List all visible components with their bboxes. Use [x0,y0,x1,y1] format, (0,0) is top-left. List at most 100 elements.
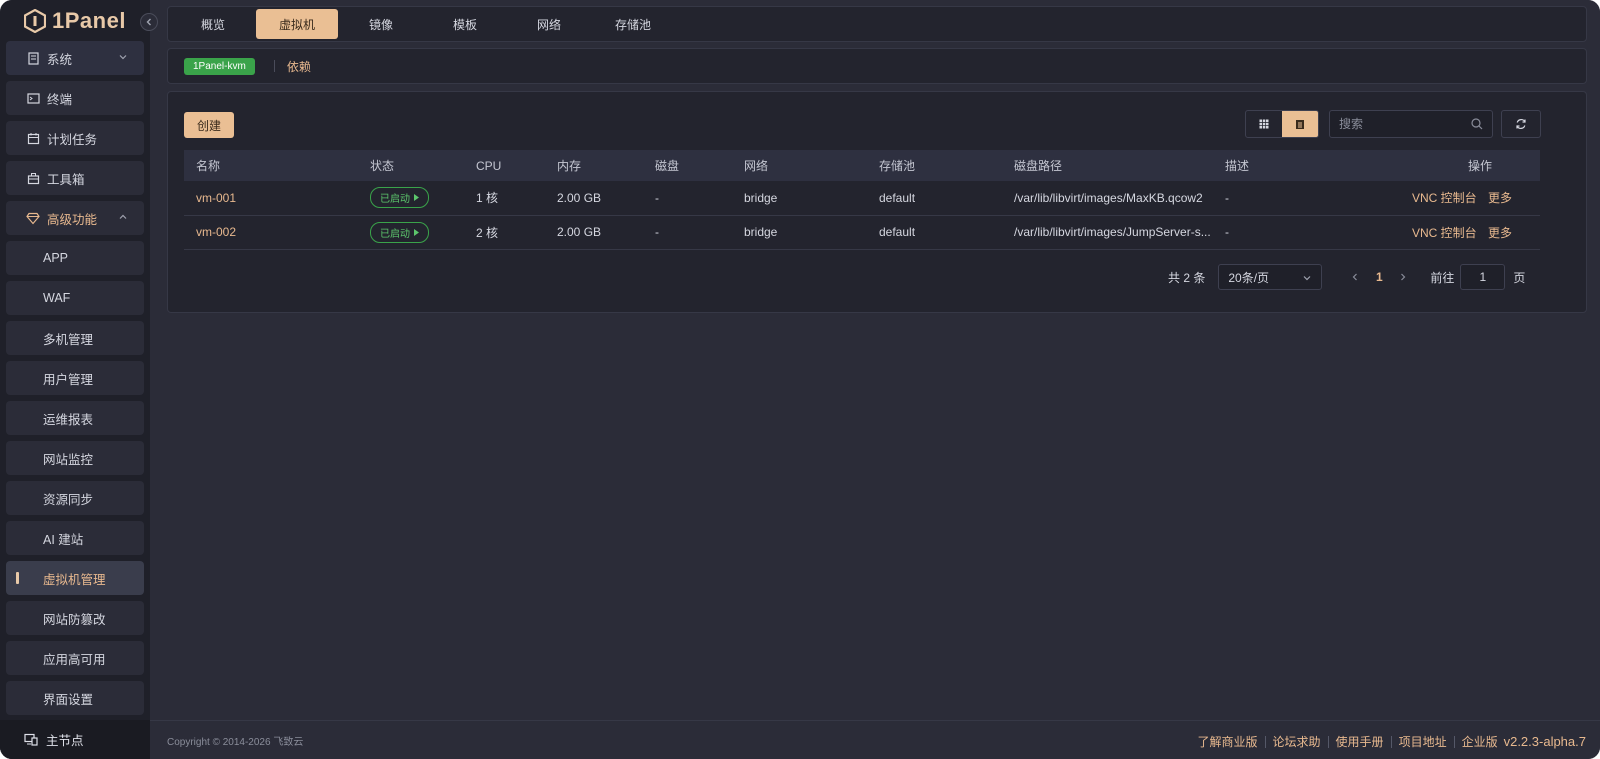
page-size-value: 20条/页 [1228,270,1270,285]
tab-network[interactable]: 网络 [508,9,590,39]
footer-link-commercial[interactable]: 了解商业版 [1198,733,1258,750]
tab-templates[interactable]: 模板 [424,9,506,39]
chevron-left-icon [1352,273,1358,281]
pool-cell: default [867,215,1002,250]
ops-cell: VNC 控制台 更多 [1363,181,1540,216]
ops-cell: VNC 控制台 更多 [1363,215,1540,250]
network-cell: bridge [732,181,867,216]
vnc-console-button[interactable]: VNC 控制台 [1404,191,1477,205]
status-badge[interactable]: 已启动 [370,221,429,243]
sidebar-item-label: 资源同步 [43,492,94,507]
sidebar-item-app[interactable]: APP [6,241,144,275]
sidebar-item-tamper-protection[interactable]: 网站防篡改 [6,601,144,635]
search-box [1329,110,1493,138]
more-button[interactable]: 更多 [1488,226,1512,240]
total-count: 共 2 条 [1168,270,1206,285]
tab-storage-pool[interactable]: 存储池 [592,9,674,39]
create-button[interactable]: 创建 [184,112,234,138]
sidebar-item-cron[interactable]: 计划任务 [6,121,144,155]
column-header: 网络 [744,159,769,173]
column-header: 存储池 [879,159,916,173]
page-footer: Copyright © 2014-2026 飞致云 了解商业版 论坛求助 使用手… [150,720,1600,759]
sidebar-item-terminal[interactable]: 终端 [6,81,144,115]
brand-logo[interactable]: 1Panel [24,8,126,34]
sidebar-item-resource-sync[interactable]: 资源同步 [6,481,144,515]
dependency-link[interactable]: 依赖 [287,58,311,75]
footer-link-enterprise[interactable]: 企业版 [1462,733,1498,750]
diamond-icon [26,211,40,225]
node-switcher[interactable]: 主节点 [0,720,150,759]
tab-vm[interactable]: 虚拟机 [256,9,338,39]
search-input[interactable] [1339,117,1464,131]
footer-link-forum[interactable]: 论坛求助 [1273,733,1321,750]
divider [1264,735,1266,748]
prev-page-button[interactable] [1342,273,1368,281]
sidebar-item-advanced[interactable]: 高级功能 [6,201,144,235]
sidebar-item-label: 运维报表 [43,412,94,427]
goto-page-input[interactable]: 1 [1460,264,1506,290]
refresh-button[interactable] [1501,110,1541,138]
vnc-label: VNC [1411,191,1438,206]
logo-icon [24,9,46,33]
sidebar-item-multi-node[interactable]: 多机管理 [6,321,144,355]
column-header: 磁盘 [655,159,680,173]
sidebar-item-waf[interactable]: WAF [6,281,144,315]
sidebar-item-vm-management[interactable]: 虚拟机管理 [6,561,144,595]
vnc-label: VNC [1411,225,1438,240]
refresh-icon [1516,118,1526,130]
page-size-select[interactable]: 20条/页 [1218,264,1323,290]
memory-cell: 2.00 GB [545,181,643,216]
monitor-icon [24,733,38,746]
table-row: vm-001 已启动 1 核 2.00 GB - bridge default … [184,181,1540,216]
collapse-sidebar-button[interactable] [140,13,158,31]
grid-icon [1259,119,1269,129]
column-header: CPU [476,158,502,173]
sidebar-item-label: 多机管理 [43,332,94,347]
vnc-console-button[interactable]: VNC 控制台 [1404,226,1477,240]
console-label: 控制台 [1440,191,1477,206]
version-label[interactable]: v2.2.3-alpha.7 [1504,734,1586,749]
chevron-right-icon [1401,273,1406,281]
pagination: 共 2 条 20条/页 1 前往 1 页 [1168,264,1525,290]
copyright: Copyright © 2014-2026 飞致云 [167,736,304,748]
main-content: 概览 虚拟机 镜像 模板 网络 存储池 1Panel-kvm 依赖 创建 搜索 … [150,0,1600,759]
tab-bar: 概览 虚拟机 镜像 模板 网络 存储池 [167,6,1587,42]
app-tag[interactable]: 1Panel-kvm [184,57,255,75]
status-badge[interactable]: 已启动 [370,187,429,209]
footer-link-project[interactable]: 项目地址 [1399,733,1447,750]
calendar-icon [26,131,40,145]
table-row: vm-002 已启动 2 核 2.00 GB - bridge default … [184,215,1540,250]
sidebar-item-label: 计划任务 [47,132,98,147]
more-button[interactable]: 更多 [1488,191,1512,205]
vm-name-link[interactable]: vm-001 [196,191,236,205]
sidebar-item-toolbox[interactable]: 工具箱 [6,161,144,195]
disk-cell: - [643,181,732,216]
vm-list-panel: 创建 搜索 名称 状态 CPU 内存 磁盘 网络 存储池 磁盘路径 描述 操作 … [167,91,1587,313]
sidebar-item-ai-site[interactable]: AI 建站 [6,521,144,555]
list-view-button[interactable] [1282,111,1318,137]
sidebar-item-label: AI 建站 [43,532,84,547]
sidebar-item-ui-settings[interactable]: 界面设置 [6,681,144,715]
desc-cell: - [1213,215,1363,250]
sidebar-item-site-monitor[interactable]: 网站监控 [6,441,144,475]
column-header: 名称 [196,159,221,173]
footer-link-manual[interactable]: 使用手册 [1336,733,1384,750]
terminal-icon [26,91,40,105]
current-page[interactable]: 1 [1368,270,1390,284]
disk-cell: - [643,215,732,250]
path-cell: /var/lib/libvirt/images/MaxKB.qcow2 [1002,181,1213,216]
grid-view-button[interactable] [1246,111,1282,137]
tab-images[interactable]: 镜像 [340,9,422,39]
vm-table: 名称 状态 CPU 内存 磁盘 网络 存储池 磁盘路径 描述 操作 vm-001 [184,150,1540,250]
sidebar-item-label: 虚拟机管理 [43,572,106,587]
sidebar-item-users[interactable]: 用户管理 [6,361,144,395]
sidebar-item-system[interactable]: 系统 [6,41,144,75]
play-icon [414,228,419,236]
vm-name-link[interactable]: vm-002 [196,225,236,239]
sidebar-item-label: 网站监控 [43,452,94,467]
tab-overview[interactable]: 概览 [172,9,254,39]
search-icon[interactable] [1471,118,1483,133]
next-page-button[interactable] [1390,273,1416,281]
sidebar-item-reports[interactable]: 运维报表 [6,401,144,435]
sidebar-item-high-availability[interactable]: 应用高可用 [6,641,144,675]
